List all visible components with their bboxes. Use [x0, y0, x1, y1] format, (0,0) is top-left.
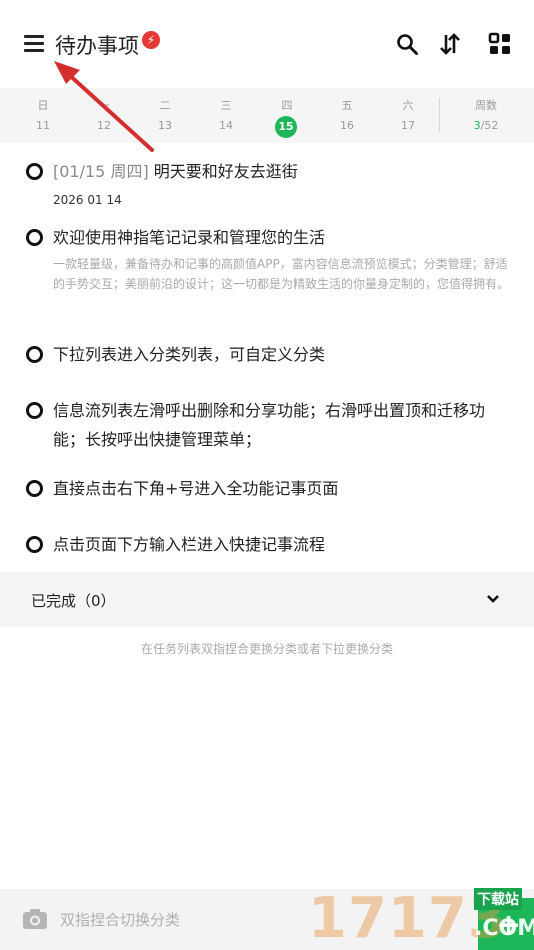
sort-icon[interactable] [438, 32, 462, 56]
task-checkbox[interactable] [26, 346, 43, 363]
lightning-badge-icon: ⚡ [142, 31, 160, 49]
task-title: [01/15 周四] 明天要和好友去逛街 [53, 157, 513, 186]
week-total: /52 [480, 119, 499, 132]
task-description: 一款轻量级，兼备待办和记事的高颜值APP，富内容信息流预览模式；分类管理；舒适的… [53, 257, 510, 291]
quick-input-placeholder[interactable]: 双指捏合切换分类 [60, 909, 180, 930]
task-date-prefix: [01/15 周四] [53, 162, 149, 181]
grid-apps-icon[interactable] [488, 32, 512, 56]
day-number: 15 [275, 116, 297, 138]
day-number: 16 [340, 119, 354, 132]
week-current: 3 [473, 119, 481, 132]
app-header: 待办事项 ⚡ [0, 0, 534, 88]
task-title: 点击页面下方输入栏进入快捷记事流程 [53, 535, 326, 554]
task-title: 信息流列表左滑呼出删除和分享功能；右滑呼出置顶和迁移功能；长按呼出快捷管理菜单； [53, 401, 486, 449]
task-item[interactable]: [01/15 周四] 明天要和好友去逛街 2026 01 14 [0, 157, 534, 215]
task-item[interactable]: 信息流列表左滑呼出删除和分享功能；右滑呼出置顶和迁移功能；长按呼出快捷管理菜单； [0, 396, 534, 454]
day-number: 12 [97, 119, 111, 132]
day-name: 三 [220, 99, 232, 112]
task-item[interactable]: 欢迎使用神指笔记记录和管理您的生活 一款轻量级，兼备待办和记事的高颜值APP，富… [0, 223, 534, 313]
completed-section-toggle[interactable]: 已完成（0） [0, 572, 534, 627]
task-checkbox[interactable] [26, 536, 43, 553]
day-name: 一 [98, 99, 110, 112]
week-number-label: 周数 [475, 99, 497, 112]
week-strip: 日 11 一 12 二 13 三 14 四 15 五 16 六 17 周数 3/… [0, 88, 534, 143]
day-name: 日 [37, 99, 49, 112]
week-number-value: 3/52 [462, 119, 510, 132]
task-checkbox[interactable] [26, 402, 43, 419]
chevron-down-icon [487, 595, 499, 603]
day-number: 17 [401, 119, 415, 132]
task-title: 欢迎使用神指笔记记录和管理您的生活 [53, 228, 326, 247]
watermark-domain: .COM [474, 916, 534, 941]
day-name: 五 [341, 99, 353, 112]
task-title: 直接点击右下角+号进入全功能记事页面 [53, 479, 339, 498]
hamburger-menu-icon[interactable] [24, 35, 44, 55]
day-name: 二 [159, 99, 171, 112]
watermark-tag: 下载站 [474, 888, 522, 910]
task-item[interactable]: 点击页面下方输入栏进入快捷记事流程 [0, 530, 534, 560]
task-title: 下拉列表进入分类列表，可自定义分类 [53, 345, 326, 364]
page-title: 待办事项 [55, 34, 139, 58]
day-number: 13 [158, 119, 172, 132]
day-name: 六 [402, 99, 414, 112]
task-item[interactable]: 下拉列表进入分类列表，可自定义分类 [0, 340, 534, 370]
day-number: 14 [219, 119, 233, 132]
completed-label: 已完成（0） [31, 592, 116, 610]
task-checkbox[interactable] [26, 480, 43, 497]
divider [439, 98, 440, 132]
day-name: 四 [281, 99, 293, 112]
task-checkbox[interactable] [26, 229, 43, 246]
task-date: 2026 01 14 [53, 193, 122, 207]
task-checkbox[interactable] [26, 163, 43, 180]
search-icon[interactable] [395, 32, 419, 56]
camera-icon[interactable] [22, 908, 48, 930]
task-item[interactable]: 直接点击右下角+号进入全功能记事页面 [0, 474, 534, 504]
hint-text: 在任务列表双指捏合更换分类或者下拉更换分类 [140, 642, 393, 656]
day-number: 11 [36, 119, 50, 132]
task-title-text: 明天要和好友去逛街 [153, 162, 298, 181]
